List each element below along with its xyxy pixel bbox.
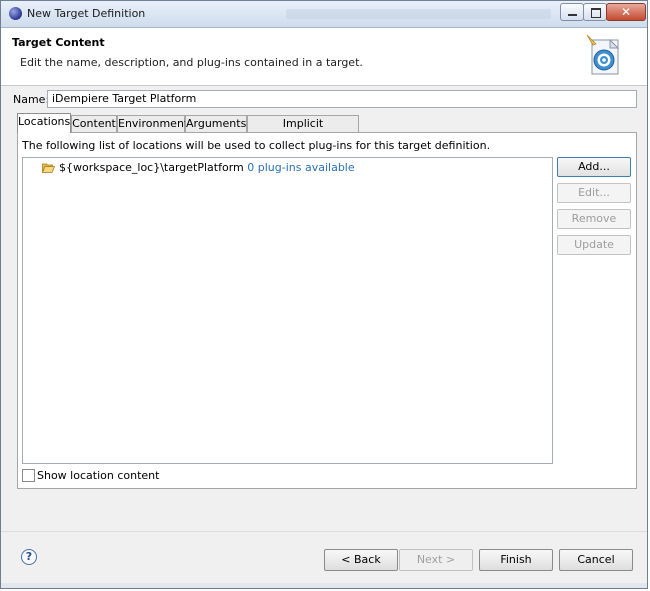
maximize-button[interactable] <box>583 3 607 21</box>
title-bar[interactable]: New Target Definition ✕ <box>1 1 647 28</box>
window-bottom-edge <box>1 583 647 588</box>
eclipse-icon <box>9 7 22 20</box>
target-wizard-icon <box>586 34 620 75</box>
locations-description: The following list of locations will be … <box>22 139 491 152</box>
tab-implicit-dependencies[interactable]: Implicit Dependencies <box>247 115 359 145</box>
show-location-content-checkbox[interactable] <box>22 469 35 482</box>
cancel-button[interactable]: Cancel <box>559 549 633 571</box>
tab-arguments[interactable]: Arguments <box>185 115 247 132</box>
show-location-content-label: Show location content <box>37 469 160 482</box>
new-target-definition-dialog: New Target Definition ✕ Target Content E… <box>0 0 648 589</box>
edit-button[interactable]: Edit... <box>557 183 631 203</box>
add-button[interactable]: Add... <box>557 157 631 177</box>
close-button[interactable]: ✕ <box>606 3 646 21</box>
minimize-button[interactable] <box>560 3 584 21</box>
page-title: Target Content <box>12 36 105 49</box>
tab-locations[interactable]: Locations <box>17 113 71 133</box>
wizard-header: Target Content Edit the name, descriptio… <box>1 28 647 86</box>
update-button[interactable]: Update <box>557 235 631 255</box>
remove-button[interactable]: Remove <box>557 209 631 229</box>
finish-button[interactable]: Finish <box>479 549 553 571</box>
close-icon: ✕ <box>620 5 632 19</box>
help-icon[interactable]: ? <box>21 549 37 565</box>
window-title: New Target Definition <box>27 7 146 20</box>
footer-divider <box>1 531 647 532</box>
locations-list[interactable]: ${workspace_loc}\targetPlatform 0 plug-i… <box>22 157 553 464</box>
tab-content[interactable]: Content <box>71 115 117 132</box>
folder-open-icon <box>42 163 55 173</box>
back-button[interactable]: < Back <box>324 549 398 571</box>
tab-environment[interactable]: Environment <box>117 115 188 132</box>
minimize-icon <box>568 14 577 16</box>
location-status: 0 plug-ins available <box>247 161 355 174</box>
location-path: ${workspace_loc}\targetPlatform <box>59 161 244 174</box>
blurred-title-region <box>286 9 551 19</box>
name-label: Name: <box>13 93 50 106</box>
next-button[interactable]: Next > <box>399 549 473 571</box>
locations-panel: The following list of locations will be … <box>17 132 637 489</box>
maximize-icon <box>591 8 601 18</box>
location-item[interactable]: ${workspace_loc}\targetPlatform 0 plug-i… <box>42 161 355 175</box>
name-input[interactable]: iDempiere Target Platform <box>47 90 637 108</box>
page-description: Edit the name, description, and plug-ins… <box>20 56 363 69</box>
